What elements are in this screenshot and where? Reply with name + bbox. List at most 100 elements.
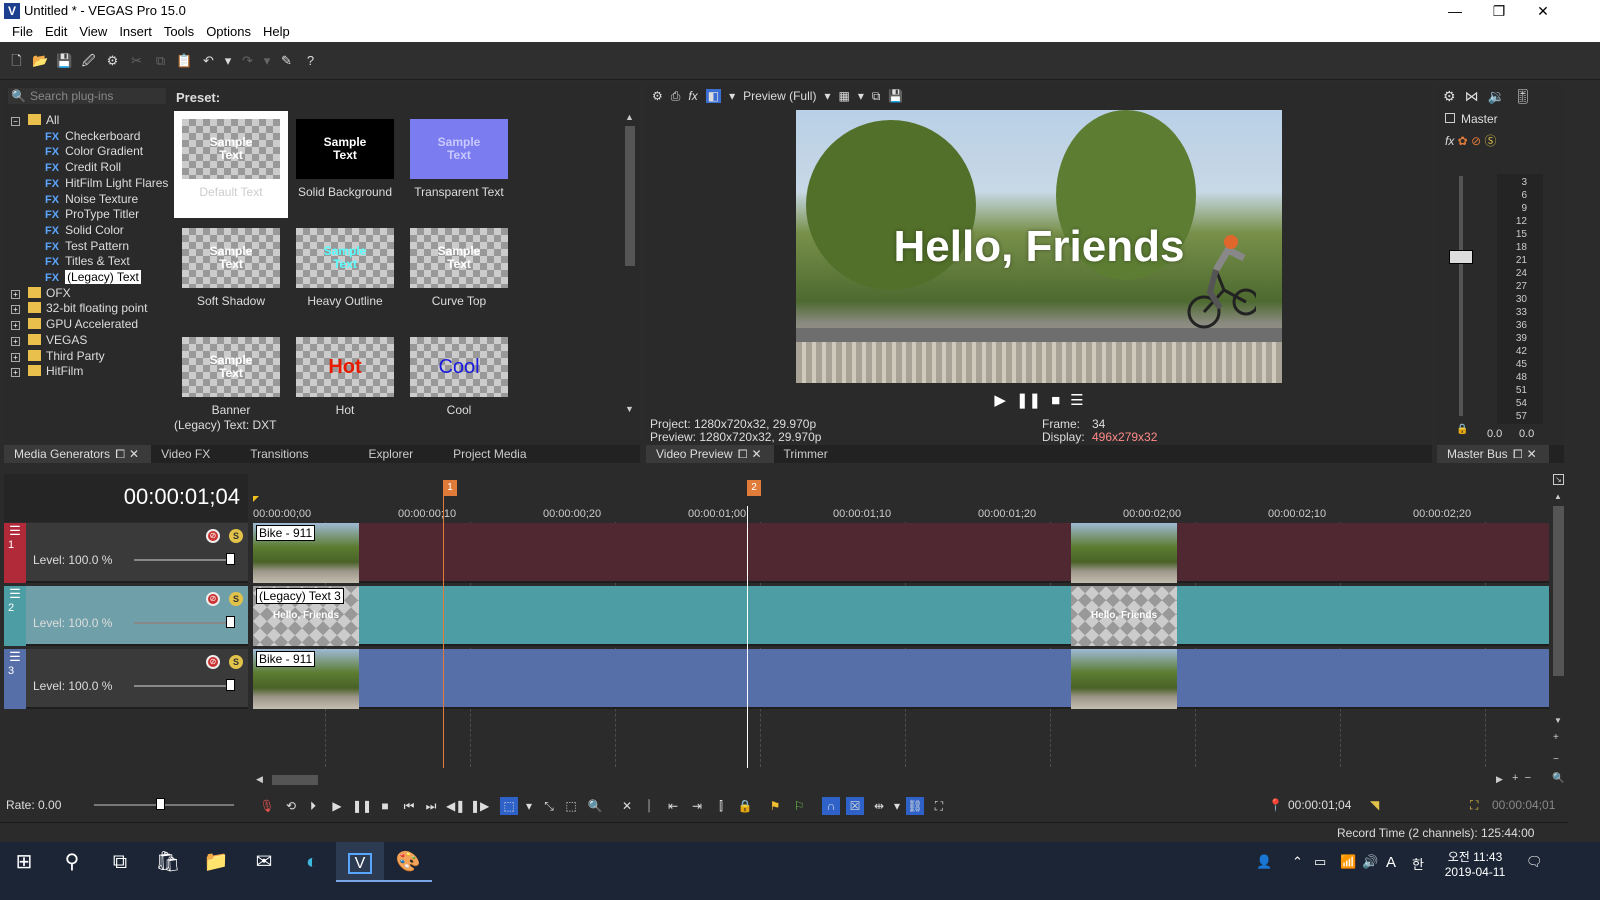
edit-tool-dropdown-icon[interactable]: ▾: [520, 797, 538, 815]
whats-this-help-icon[interactable]: ?: [302, 52, 319, 69]
track-menu-icon[interactable]: ☰: [4, 649, 26, 665]
clip-thumbnail[interactable]: [1071, 649, 1177, 709]
time-ruler[interactable]: 00:00:00;00 00:00:00;10 00:00:00;20 00:00:0…: [253, 508, 1549, 522]
preview-settings-gear-icon[interactable]: ⚙: [652, 89, 663, 103]
plugin-item[interactable]: FX Solid Color: [45, 222, 124, 238]
fx-icon[interactable]: fx: [1445, 134, 1454, 148]
close-tab-icon[interactable]: ✕: [749, 447, 763, 461]
plugin-folder[interactable]: − All: [11, 112, 59, 128]
marker-2[interactable]: 2: [747, 480, 761, 496]
plugin-folder[interactable]: + OFX: [11, 285, 71, 301]
split-icon[interactable]: ⫿: [712, 797, 730, 815]
paste-icon[interactable]: 📋: [176, 52, 193, 69]
plugin-item[interactable]: FX Titles & Text: [45, 253, 130, 269]
redo-icon[interactable]: ↷: [239, 52, 256, 69]
menu-view[interactable]: View: [73, 22, 113, 42]
expand-icon[interactable]: +: [11, 336, 20, 346]
track-header[interactable]: ☰ 1 Level: 100.0 % ⊘ S: [4, 523, 248, 583]
plugin-item[interactable]: FX Color Gradient: [45, 143, 143, 159]
expand-icon[interactable]: +: [11, 289, 20, 299]
menu-help[interactable]: Help: [257, 22, 296, 42]
selection-tool-icon[interactable]: ⬚: [562, 797, 580, 815]
close-tab-icon[interactable]: ✕: [1525, 447, 1539, 461]
menu-tools[interactable]: Tools: [158, 22, 200, 42]
plugin-folder[interactable]: + HitFilm: [11, 363, 83, 379]
preview-quality-select[interactable]: Preview (Full): [743, 89, 816, 103]
undock-icon[interactable]: ⧠: [736, 447, 750, 461]
trim-start-icon[interactable]: ⇤: [664, 797, 682, 815]
collapse-icon[interactable]: −: [11, 117, 20, 126]
tab-video-preview[interactable]: Video Preview ⧠ ✕: [646, 445, 774, 463]
preset-scrollbar[interactable]: ▲ ▼: [622, 112, 638, 418]
track-menu-icon[interactable]: ☰: [4, 586, 26, 602]
plugin-folder[interactable]: + GPU Accelerated: [11, 316, 138, 332]
expand-icon[interactable]: +: [11, 321, 20, 331]
preset-tile[interactable]: Sample Text Curve Top: [402, 220, 516, 327]
vscroll-down-icon[interactable]: ▼: [1554, 716, 1562, 725]
save-icon[interactable]: 💾: [56, 52, 73, 69]
redo-dropdown-icon[interactable]: ▾: [263, 52, 271, 69]
play-icon[interactable]: ▶: [994, 391, 1006, 409]
lock-icon[interactable]: 🔒: [736, 797, 754, 815]
undo-dropdown-icon[interactable]: ▾: [224, 52, 232, 69]
clip-thumbnail[interactable]: [1071, 523, 1177, 583]
rate-slider-knob[interactable]: [156, 798, 165, 810]
tab-project-media[interactable]: Project Media: [443, 445, 536, 463]
master-checkbox[interactable]: [1445, 113, 1455, 123]
app-icon[interactable]: ◐: [288, 842, 336, 882]
menu-edit[interactable]: Edit: [39, 22, 73, 42]
lock-icon[interactable]: 🔒: [1456, 424, 1468, 435]
tab-video-fx[interactable]: Video FX: [151, 445, 220, 463]
mail-icon[interactable]: ✉: [240, 842, 288, 882]
insert-marker-icon[interactable]: ⚑: [766, 797, 784, 815]
h-zoom-out-icon[interactable]: −: [1525, 772, 1531, 784]
plugin-item[interactable]: FX HitFilm Light Flares: [45, 175, 168, 191]
dim-output-icon[interactable]: 🔉: [1488, 88, 1505, 105]
track-level-knob[interactable]: [226, 616, 235, 628]
paint-app-icon[interactable]: 🎨: [384, 842, 432, 882]
battery-icon[interactable]: ▭: [1314, 854, 1326, 870]
lock-envelopes-icon[interactable]: ⛓: [906, 797, 924, 815]
new-file-icon[interactable]: 🗋: [8, 52, 25, 69]
network-icon[interactable]: 📶: [1340, 854, 1356, 870]
stop-icon[interactable]: ■: [376, 797, 394, 815]
menu-lines-icon[interactable]: ☰: [1070, 391, 1083, 409]
track-mute-icon[interactable]: ⊘: [206, 655, 220, 669]
scroll-left-icon[interactable]: ◀: [256, 774, 263, 785]
loop-icon[interactable]: ⟲: [282, 797, 300, 815]
track-header[interactable]: ☰ 3 Level: 100.0 % ⊘ S: [4, 649, 248, 709]
snapping-icon[interactable]: ∩: [822, 797, 840, 815]
people-icon[interactable]: 👤: [1256, 854, 1272, 870]
plugin-folder[interactable]: +32-bit floating point: [11, 300, 147, 316]
hscroll-thumb[interactable]: [272, 775, 318, 785]
ripple-dropdown-icon[interactable]: ▾: [888, 797, 906, 815]
zoom-tool-icon[interactable]: 🔍: [586, 797, 604, 815]
copy-icon[interactable]: ⧉: [152, 52, 169, 69]
go-to-end-icon[interactable]: ⏭: [422, 797, 440, 815]
pause-icon[interactable]: ❚❚: [1016, 391, 1041, 409]
tab-trimmer[interactable]: Trimmer: [774, 445, 838, 463]
zoom-out-icon[interactable]: −: [1553, 754, 1559, 765]
trim-icon[interactable]: ⏐: [640, 797, 658, 815]
track-lane[interactable]: Hello, Friends Hello, Friends (Legacy) Tex…: [253, 586, 1549, 646]
undock-icon[interactable]: ⧠: [1511, 447, 1525, 461]
plugin-folder[interactable]: + Third Party: [11, 348, 105, 364]
volume-icon[interactable]: 🔊: [1362, 854, 1378, 870]
plugin-item[interactable]: FX Noise Texture: [45, 191, 138, 207]
h-zoom-in-icon[interactable]: +: [1512, 772, 1518, 784]
overlays-dropdown-icon[interactable]: ▾: [858, 89, 864, 103]
marker-1[interactable]: 1: [443, 480, 457, 496]
ime-mode[interactable]: A: [1386, 854, 1396, 871]
tab-media-generators[interactable]: Media Generators ⧠ ✕: [4, 445, 152, 463]
expand-icon[interactable]: +: [11, 352, 20, 362]
scroll-thumb[interactable]: [625, 126, 635, 266]
open-folder-icon[interactable]: 📂: [32, 52, 49, 69]
task-view-icon[interactable]: ⧉: [96, 842, 144, 882]
search-icon[interactable]: ⚲: [48, 842, 96, 882]
master-fader-knob[interactable]: [1449, 250, 1473, 264]
track-mute-icon[interactable]: ⊘: [206, 592, 220, 606]
properties-gear-icon[interactable]: ⚙: [104, 52, 121, 69]
preset-tile[interactable]: Cool Cool: [402, 329, 516, 436]
track-lane[interactable]: Bike - 911: [253, 523, 1549, 583]
track-level-slider[interactable]: [134, 685, 232, 687]
